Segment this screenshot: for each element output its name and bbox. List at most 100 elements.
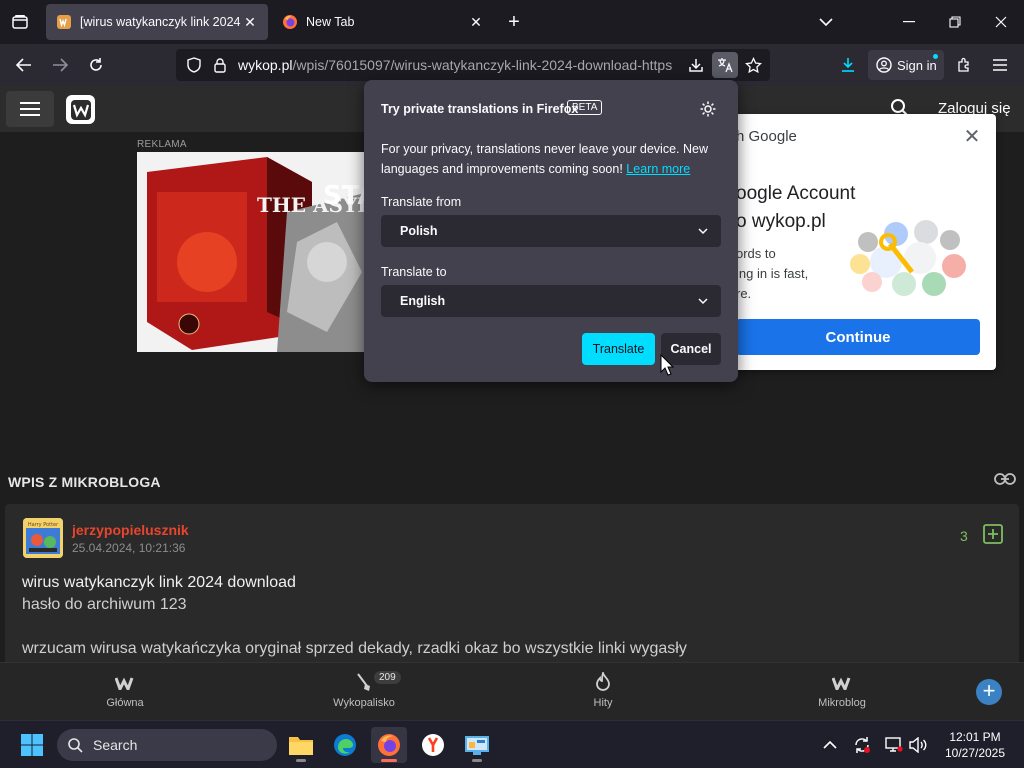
google-prompt-body: ords to ing in is fast, re.: [736, 246, 809, 301]
taskbar: Search 12:01 PM 10/27/2025: [0, 720, 1024, 768]
tracking-shield-icon[interactable]: [184, 55, 204, 75]
ad-banner-image[interactable]: THE ASYLUM STA: [137, 152, 369, 352]
home-icon: [114, 671, 136, 693]
plus-vote-icon[interactable]: [983, 524, 1003, 544]
control-panel-icon[interactable]: [459, 727, 495, 763]
from-language-value: Polish: [400, 224, 438, 238]
nav-label: Wykopalisko: [333, 697, 395, 709]
firefox-view-icon[interactable]: [8, 10, 32, 34]
taskbar-search-label: Search: [93, 737, 138, 753]
beta-badge: BETA: [567, 100, 603, 115]
url-host: wykop.pl: [238, 57, 293, 73]
url-text[interactable]: wykop.pl/wpis/76015097/wirus-watykanczyk…: [238, 57, 678, 73]
chevron-down-icon[interactable]: [814, 10, 838, 34]
firefox-icon: [282, 14, 298, 30]
add-entry-plus-icon[interactable]: +: [976, 679, 1002, 705]
reload-icon[interactable]: [82, 51, 110, 79]
avatar[interactable]: Harry Potter: [23, 518, 63, 558]
close-tab-icon[interactable]: ✕: [242, 14, 258, 30]
tab-title: [wirus watykanczyk link 2024 dow: [80, 15, 242, 29]
link-icon[interactable]: [994, 472, 1016, 492]
back-arrow-icon[interactable]: [10, 51, 38, 79]
translate-button[interactable]: Translate: [582, 333, 655, 365]
close-window-icon[interactable]: [978, 0, 1024, 44]
notification-dot: [933, 54, 938, 59]
entry-text-line: hasło do archiwum 123: [22, 596, 187, 613]
entry-text-line: wirus watykanczyk link 2024 download: [22, 574, 296, 591]
google-signin-prompt: h Google ✕ oogle Account o wykop.pl ords…: [720, 114, 996, 370]
show-hidden-icons-chevron-icon[interactable]: [820, 735, 840, 755]
save-to-device-icon[interactable]: [686, 55, 706, 75]
tab-new-tab[interactable]: New Tab ✕: [272, 4, 494, 40]
restore-icon[interactable]: [932, 0, 978, 44]
edge-icon[interactable]: [327, 727, 363, 763]
bottom-navigation: Główna Wykopalisko 209 Hity Mikroblog +: [0, 662, 1024, 720]
vote-count: 3: [960, 528, 968, 544]
nav-item-mikroblog[interactable]: Mikroblog: [782, 671, 902, 709]
taskbar-search-box[interactable]: Search: [57, 729, 277, 761]
windows-start-icon[interactable]: [20, 733, 44, 757]
wykop-logo-icon[interactable]: [66, 95, 95, 124]
entry-text-line: wrzucam wirusa watykańczyka oryginał spr…: [22, 640, 687, 657]
new-tab-plus-icon[interactable]: +: [502, 10, 526, 34]
search-icon: [68, 738, 83, 753]
nav-item-hity[interactable]: Hity: [543, 671, 663, 709]
avatar-text: Harry Potter: [28, 522, 59, 528]
file-explorer-icon[interactable]: [283, 727, 319, 763]
clock-date: 10/27/2025: [944, 746, 1006, 760]
flame-icon: [592, 671, 614, 693]
firefox-taskbar-icon[interactable]: [371, 727, 407, 763]
yandex-browser-icon[interactable]: [415, 727, 451, 763]
address-bar[interactable]: wykop.pl/wpis/76015097/wirus-watykanczyk…: [176, 49, 770, 81]
extensions-puzzle-icon[interactable]: [950, 51, 978, 79]
nav-label: Główna: [106, 697, 144, 709]
volume-icon[interactable]: [908, 735, 928, 755]
bookmark-star-icon[interactable]: [743, 55, 763, 75]
nav-label: Hity: [593, 697, 613, 709]
translate-icon[interactable]: [712, 52, 738, 78]
sign-in-button[interactable]: Sign in: [868, 50, 944, 80]
translation-description: For your privacy, translations never lea…: [381, 140, 711, 179]
mouse-cursor-icon: [660, 353, 675, 376]
close-icon[interactable]: ✕: [960, 124, 984, 148]
entry-date[interactable]: 25.04.2024, 10:21:36: [72, 541, 185, 555]
google-prompt-title: h Google: [736, 128, 797, 145]
wykopalisko-count-badge: 209: [374, 671, 401, 684]
gear-icon[interactable]: [698, 99, 718, 119]
nav-item-glowna[interactable]: Główna: [65, 671, 185, 709]
chevron-down-icon: [698, 298, 708, 305]
close-tab-icon[interactable]: ✕: [468, 14, 484, 30]
nav-label: Mikroblog: [818, 697, 866, 709]
learn-more-link[interactable]: Learn more: [626, 162, 690, 176]
translate-from-select[interactable]: Polish: [381, 215, 721, 247]
to-language-value: English: [400, 294, 446, 308]
site-menu-button[interactable]: [6, 91, 54, 127]
account-icon: [876, 57, 892, 73]
mikroblog-icon: [831, 671, 853, 693]
ad-label: REKLAMA: [137, 139, 187, 150]
translate-to-label: Translate to: [381, 265, 447, 279]
lock-icon[interactable]: [210, 55, 230, 75]
hamburger-menu-icon[interactable]: [986, 51, 1014, 79]
tab-title: New Tab: [306, 15, 355, 29]
google-passkey-illustration-icon: [846, 220, 970, 300]
url-path: /wpis/76015097/wirus-watykanczyk-link-20…: [292, 57, 673, 73]
sync-icon[interactable]: [852, 735, 872, 755]
running-indicator: [472, 759, 482, 762]
author-name[interactable]: jerzypopielusznik: [72, 522, 189, 538]
google-continue-button[interactable]: Continue: [736, 319, 980, 355]
tab-strip: [wirus watykanczyk link 2024 dow ✕ New T…: [0, 0, 1024, 44]
nav-item-wykopalisko[interactable]: Wykopalisko: [304, 671, 424, 709]
forward-arrow-icon[interactable]: [46, 51, 74, 79]
running-indicator: [296, 759, 306, 762]
minimize-icon[interactable]: [886, 0, 932, 44]
tab-wykop[interactable]: [wirus watykanczyk link 2024 dow ✕: [46, 4, 268, 40]
running-indicator: [381, 759, 397, 762]
network-icon[interactable]: [884, 735, 904, 755]
downloads-icon[interactable]: [834, 51, 862, 79]
taskbar-clock[interactable]: 12:01 PM 10/27/2025: [940, 729, 1010, 761]
wykop-favicon-icon: [56, 14, 72, 30]
translate-to-select[interactable]: English: [381, 285, 721, 317]
translation-panel: Try private translations in Firefox BETA…: [364, 80, 738, 382]
section-title: WPIS Z MIKROBLOGA: [8, 474, 161, 490]
